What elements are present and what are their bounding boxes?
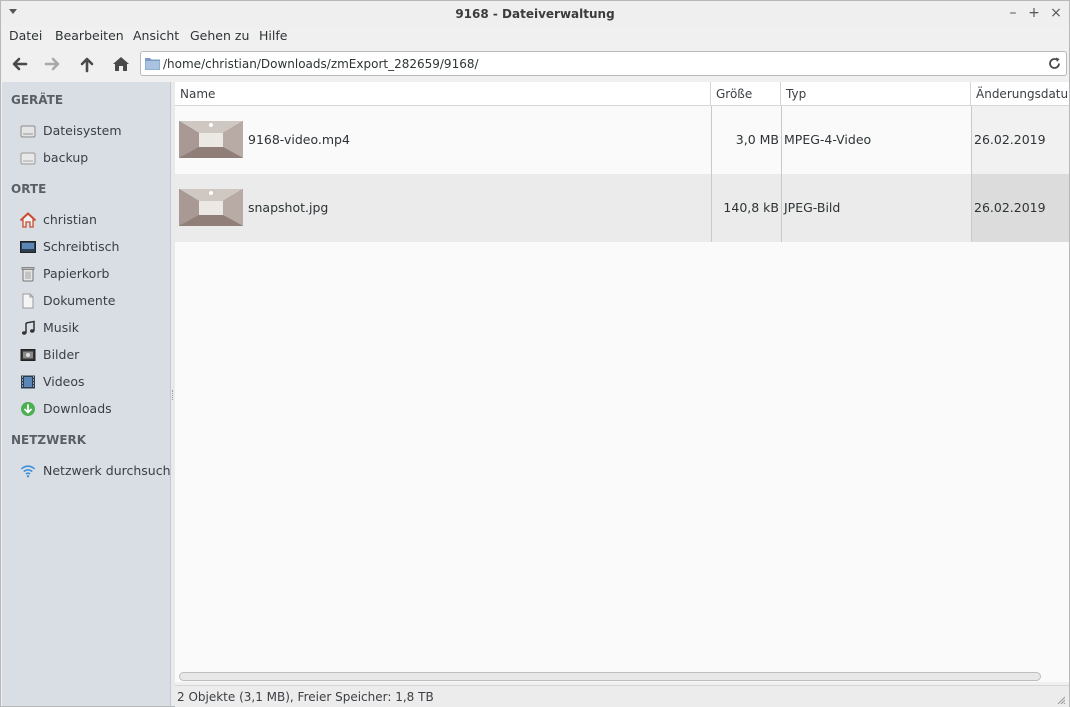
- title-bar: 9168 - Dateiverwaltung – + ×: [1, 1, 1069, 27]
- sidebar-item-label: Dokumente: [43, 293, 116, 308]
- file-name: snapshot.jpg: [248, 200, 329, 215]
- sidebar-item-label: Downloads: [43, 401, 112, 416]
- sidebar-item-downloads[interactable]: Downloads: [2, 398, 170, 420]
- sidebar-item-label: Musik: [43, 320, 79, 335]
- home-button[interactable]: [109, 52, 133, 76]
- location-bar[interactable]: [140, 51, 1067, 76]
- minimize-icon[interactable]: –: [1004, 4, 1022, 22]
- splitter-grip: [172, 390, 174, 400]
- sidebar-header-places: ORTE: [11, 182, 47, 196]
- menu-gehen-zu[interactable]: Gehen zu: [190, 28, 249, 43]
- sidebar-item-videos[interactable]: Videos: [2, 371, 170, 393]
- column-header-row: Name Größe Typ Änderungsdatum: [175, 82, 1069, 106]
- sidebar-item-label: Schreibtisch: [43, 239, 120, 254]
- video-thumbnail: [179, 121, 243, 158]
- file-list: Name Größe Typ Änderungsdatum 9168-video…: [175, 82, 1069, 682]
- wifi-icon: [20, 465, 36, 478]
- sidebar-item-dokumente[interactable]: Dokumente: [2, 290, 170, 312]
- sidebar-item-label: Bilder: [43, 347, 80, 362]
- sidebar-item-label: Dateisystem: [43, 123, 122, 138]
- file-manager-window: 9168 - Dateiverwaltung – + × Datei Bearb…: [0, 0, 1070, 707]
- sidebar-header-network: NETZWERK: [11, 433, 87, 447]
- file-type: MPEG-4-Video: [784, 132, 872, 147]
- status-text: 2 Objekte (3,1 MB), Freier Speicher: 1,8…: [177, 690, 434, 704]
- desktop-icon: [20, 241, 36, 253]
- video-icon: [21, 375, 35, 389]
- sidebar-item-label: Netzwerk durchsuch…: [43, 463, 184, 478]
- menu-datei[interactable]: Datei: [9, 28, 42, 43]
- sidebar-item-schreibtisch[interactable]: Schreibtisch: [2, 236, 170, 258]
- file-size: 140,8 kB: [723, 200, 779, 215]
- column-header-date[interactable]: Änderungsdatum: [971, 82, 1069, 106]
- reload-icon[interactable]: [1047, 56, 1062, 71]
- file-date: 26.02.2019: [974, 132, 1046, 147]
- up-button[interactable]: [75, 52, 99, 76]
- column-separator: [971, 174, 972, 242]
- sidebar-item-christian[interactable]: christian: [2, 209, 170, 231]
- file-name: 9168-video.mp4: [248, 132, 350, 147]
- home-icon: [113, 57, 129, 71]
- sidebar-item-dateisystem[interactable]: Dateisystem: [2, 120, 170, 142]
- sidebar-item-bilder[interactable]: Bilder: [2, 344, 170, 366]
- forward-button[interactable]: [41, 52, 65, 76]
- column-separator: [971, 106, 972, 174]
- sidebar-item-label: Videos: [43, 374, 85, 389]
- maximize-icon[interactable]: +: [1025, 4, 1043, 22]
- file-type: JPEG-Bild: [784, 200, 841, 215]
- sidebar-item-papierkorb[interactable]: Papierkorb: [2, 263, 170, 285]
- arrow-right-icon: [44, 57, 60, 71]
- folder-icon: [145, 58, 160, 70]
- column-separator: [781, 106, 782, 174]
- menu-bearbeiten[interactable]: Bearbeiten: [55, 28, 124, 43]
- list-item[interactable]: 9168-video.mp4 3,0 MB MPEG-4-Video 26.02…: [175, 106, 1069, 174]
- document-icon: [22, 293, 34, 309]
- menu-bar: Datei Bearbeiten Ansicht Gehen zu Hilfe: [1, 25, 1069, 47]
- back-button[interactable]: [7, 52, 31, 76]
- file-size: 3,0 MB: [735, 132, 779, 147]
- drive-icon: [20, 152, 36, 165]
- sidebar-item-backup[interactable]: backup: [2, 147, 170, 169]
- column-separator: [781, 174, 782, 242]
- download-icon: [21, 402, 35, 416]
- toolbar: [1, 48, 1069, 80]
- list-item[interactable]: snapshot.jpg 140,8 kB JPEG-Bild 26.02.20…: [175, 174, 1069, 242]
- column-header-name[interactable]: Name: [175, 82, 711, 106]
- file-date: 26.02.2019: [974, 200, 1046, 215]
- sidebar-header-devices: GERÄTE: [11, 93, 64, 107]
- sidebar-item-netzwerk[interactable]: Netzwerk durchsuch…: [2, 460, 183, 482]
- status-bar: 2 Objekte (3,1 MB), Freier Speicher: 1,8…: [175, 685, 1069, 707]
- image-thumbnail: [179, 189, 243, 226]
- music-icon: [22, 320, 35, 335]
- window-title: 9168 - Dateiverwaltung: [455, 7, 615, 21]
- trash-icon: [21, 267, 35, 282]
- pictures-icon: [20, 349, 36, 361]
- sidebar-item-label: backup: [43, 150, 89, 165]
- sidebar-item-musik[interactable]: Musik: [2, 317, 170, 339]
- arrow-up-icon: [80, 57, 94, 73]
- path-input[interactable]: [163, 54, 1043, 73]
- sidebar-item-label: christian: [43, 212, 97, 227]
- sidebar-item-label: Papierkorb: [43, 266, 110, 281]
- horizontal-scrollbar[interactable]: [179, 672, 1041, 681]
- column-header-size[interactable]: Größe: [711, 82, 781, 106]
- menu-hilfe[interactable]: Hilfe: [259, 28, 287, 43]
- arrow-left-icon: [12, 57, 28, 71]
- home-icon: [20, 212, 36, 228]
- resize-grip-icon[interactable]: [1057, 696, 1065, 704]
- column-header-type[interactable]: Typ: [781, 82, 971, 106]
- harddisk-icon: [20, 125, 36, 138]
- menu-ansicht[interactable]: Ansicht: [133, 28, 179, 43]
- close-icon[interactable]: ×: [1047, 4, 1065, 22]
- sidebar: GERÄTE Dateisystem backup ORTE christian: [2, 82, 183, 706]
